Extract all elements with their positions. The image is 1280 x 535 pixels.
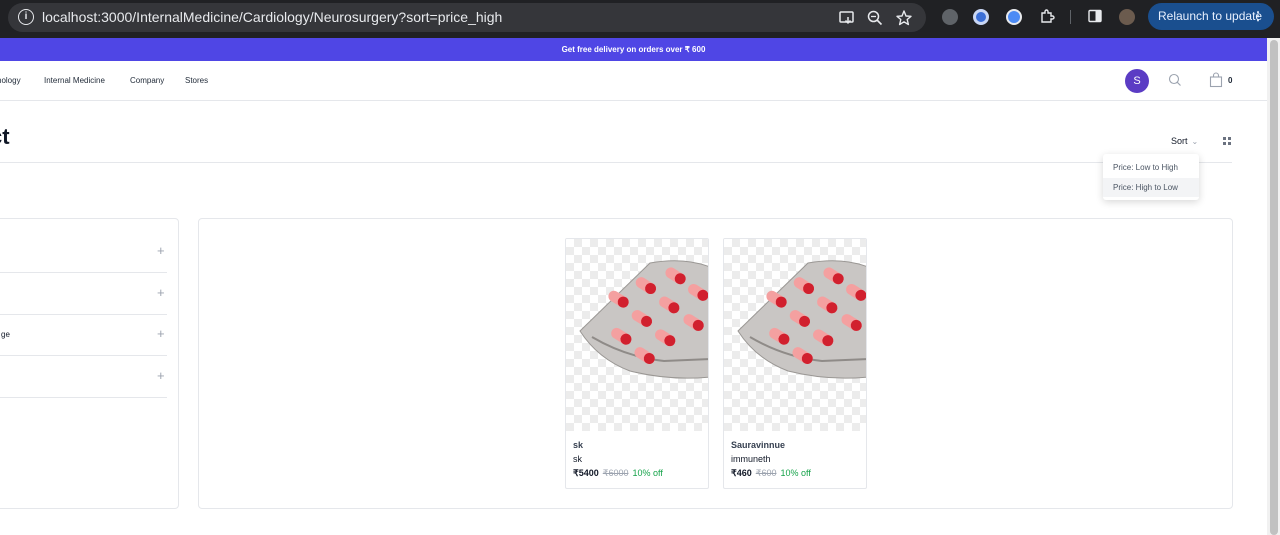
camera-extension-icon[interactable] [942,9,958,25]
filter-section[interactable]: + [0,273,167,315]
nav-link[interactable]: nology [0,76,21,85]
product-price: ₹5400 [573,468,599,478]
product-price-row: ₹460 ₹600 10% off [731,468,811,479]
chevron-down-icon: ⌄ [1191,137,1199,146]
plus-icon[interactable]: + [157,368,165,383]
plus-icon[interactable]: + [157,243,165,258]
filter-panel: + + ge + + [0,218,179,509]
address-bar[interactable]: i localhost:3000/InternalMedicine/Cardio… [8,3,926,32]
more-menu-icon[interactable]: ⋮ [1252,3,1264,30]
filter-section[interactable]: + [0,356,167,398]
sort-button[interactable]: Sort ⌄ [1171,136,1198,146]
sort-dropdown: Price: Low to High Price: High to Low [1103,154,1199,200]
divider [0,162,1232,163]
extension-icon[interactable] [1006,9,1022,25]
product-discount: 10% off [780,468,811,478]
nav-link-company[interactable]: Company [130,76,164,85]
nav-link-stores[interactable]: Stores [185,76,208,85]
filter-section[interactable]: + [0,231,167,273]
relaunch-label: Relaunch to update [1158,9,1263,23]
product-original-price: ₹6000 [602,468,629,478]
nav-link-internal-medicine[interactable]: Internal Medicine [44,76,105,85]
product-card[interactable]: Sauravinnue immuneth ₹460 ₹600 10% off [723,238,867,489]
product-discount: 10% off [632,468,663,478]
product-name[interactable]: sk [573,440,583,450]
product-subtitle: sk [573,454,582,464]
product-image[interactable] [566,239,708,431]
search-icon[interactable] [1167,72,1183,88]
product-name[interactable]: Sauravinnue [731,440,785,450]
product-price: ₹460 [731,468,752,478]
announcement-bar: Get free delivery on orders over ₹ 600 [0,38,1267,61]
relaunch-button[interactable]: Relaunch to update ⋮ [1148,3,1274,30]
filter-section[interactable]: ge + [0,314,167,356]
sort-label: Sort [1171,136,1188,146]
site-info-icon[interactable]: i [18,9,34,25]
product-image[interactable] [724,239,866,431]
sort-option-high-to-low[interactable]: Price: High to Low [1103,178,1199,197]
product-card[interactable]: sk sk ₹5400 ₹6000 10% off [565,238,709,489]
install-app-icon[interactable] [838,9,856,27]
user-avatar[interactable]: S [1125,69,1149,93]
extensions-puzzle-icon[interactable] [1038,8,1056,26]
plus-icon[interactable]: + [157,326,165,341]
product-original-price: ₹600 [755,468,777,478]
zoom-icon[interactable] [866,9,884,27]
page-title: ct [0,124,10,149]
side-panel-icon[interactable] [1086,8,1104,26]
cart-count: 0 [1228,76,1233,85]
browser-toolbar: i localhost:3000/InternalMedicine/Cardio… [0,0,1280,38]
profile-avatar[interactable] [1119,9,1135,25]
extension-icon[interactable] [973,9,989,25]
sort-option-low-to-high[interactable]: Price: Low to High [1103,158,1199,177]
product-grid [198,218,1233,509]
product-subtitle: immuneth [731,454,771,464]
plus-icon[interactable]: + [157,285,165,300]
bookmark-star-icon[interactable] [895,9,913,27]
site-header: nology Internal Medicine Company Stores … [0,61,1267,101]
scrollbar-thumb[interactable] [1270,40,1278,535]
shopping-bag-icon[interactable] [1209,72,1223,88]
product-price-row: ₹5400 ₹6000 10% off [573,468,663,479]
grid-view-icon[interactable] [1223,137,1231,145]
toolbar-divider [1070,10,1071,24]
address-url[interactable]: localhost:3000/InternalMedicine/Cardiolo… [42,9,502,25]
filter-label: ge [1,330,10,339]
